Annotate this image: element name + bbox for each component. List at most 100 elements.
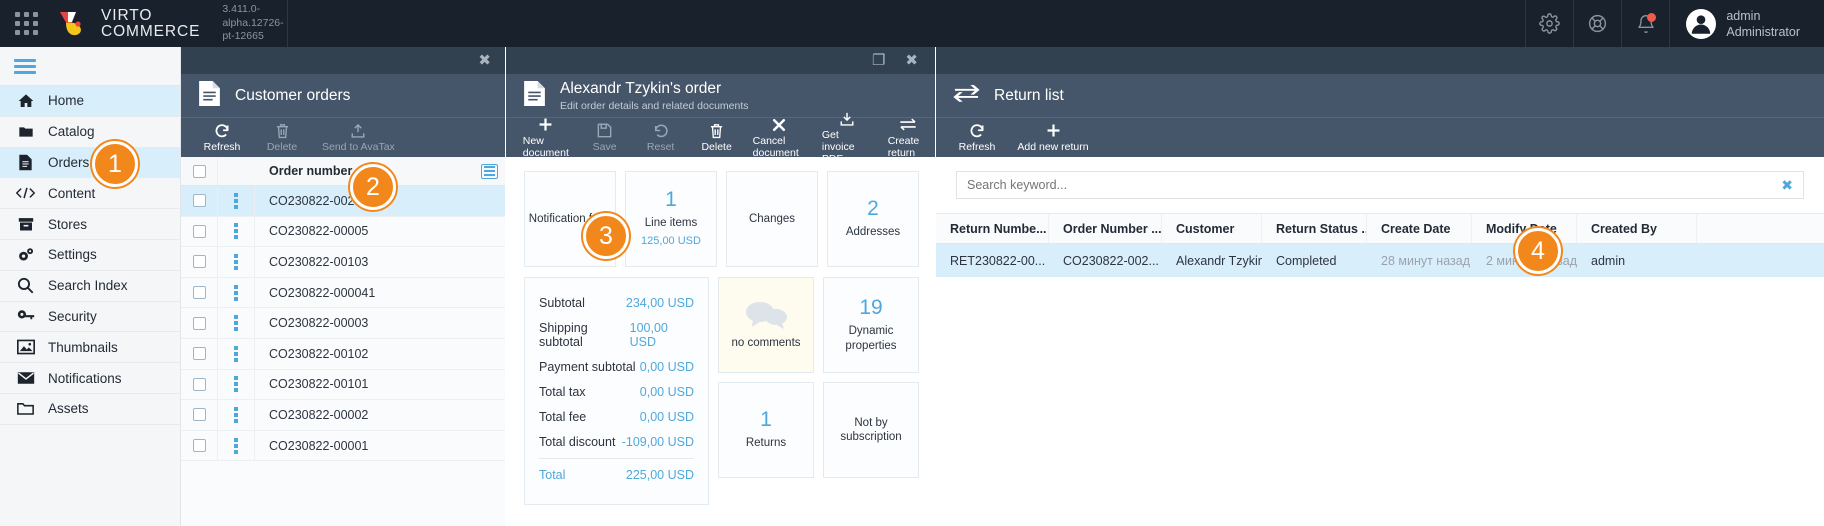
order-widget[interactable]: Changes [726, 171, 818, 267]
search-input[interactable] [967, 178, 1774, 192]
order-widget[interactable]: no comments [718, 277, 814, 373]
cell-order-number: CO230822-00001 [269, 438, 369, 453]
grid-settings-button[interactable] [473, 163, 505, 179]
refresh-button[interactable]: Refresh [950, 122, 1004, 153]
row-kebab-menu[interactable] [218, 216, 255, 247]
new-document-button[interactable]: New document [516, 116, 576, 159]
orders-column-menu[interactable] [218, 157, 255, 185]
total-label: Payment subtotal [539, 359, 636, 374]
column-header[interactable]: Create Date [1367, 214, 1472, 243]
sidebar-item-thumbnails[interactable]: Thumbnails [0, 332, 180, 364]
total-row: Payment subtotal 0,00 USD [539, 354, 694, 379]
order-widget[interactable]: Not by subscription [823, 382, 919, 478]
widget-label: Addresses [845, 226, 901, 239]
order-widget[interactable]: 1 Returns [718, 382, 814, 478]
document-icon [198, 80, 221, 112]
brand-logo[interactable]: VIRTO COMMERCE [52, 0, 200, 47]
total-label: Total [539, 468, 566, 482]
order-widget[interactable]: 19 Dynamic properties [823, 277, 919, 373]
row-checkbox[interactable] [181, 247, 218, 277]
cancel-document-button[interactable]: Cancel document [746, 116, 813, 159]
total-label: Shipping subtotal [539, 320, 588, 349]
sidebar-item-notifications[interactable]: Notifications [0, 363, 180, 394]
row-checkbox[interactable] [181, 186, 218, 216]
delete-button[interactable]: Delete [255, 122, 309, 153]
save-button[interactable]: Save [578, 122, 632, 153]
toolbar-label: Save [592, 141, 617, 153]
add-new-return-button[interactable]: Add new return [1010, 122, 1096, 153]
search-box[interactable]: ✖ [956, 171, 1804, 199]
create-return-button[interactable]: Create return [881, 116, 935, 159]
column-header[interactable]: Created By [1577, 214, 1697, 243]
send-to-avatax-button[interactable]: Send to AvaTax [315, 122, 402, 153]
close-icon[interactable]: ✖ [474, 53, 495, 68]
row-kebab-menu[interactable] [218, 308, 255, 338]
sidebar-item-content[interactable]: Content [0, 178, 180, 210]
row-checkbox[interactable] [181, 400, 218, 430]
sidebar-item-search-index[interactable]: Search Index [0, 271, 180, 302]
gear-icon[interactable] [1525, 0, 1573, 47]
row-kebab-menu[interactable] [218, 369, 255, 400]
column-header[interactable]: Customer [1162, 214, 1262, 243]
total-row: Shipping subtotal 100,00 USD [539, 315, 694, 354]
row-checkbox[interactable] [181, 430, 218, 461]
column-header[interactable]: Return Status ... [1262, 214, 1367, 243]
brand-line-1: VIRTO [101, 6, 153, 24]
lifebuoy-icon[interactable] [1573, 0, 1621, 47]
row-kebab-menu[interactable] [218, 430, 255, 461]
table-row[interactable]: CO230822-00005 [181, 216, 505, 248]
callout-badge-2: 2 [350, 164, 396, 210]
column-header[interactable]: Order Number ... [1049, 214, 1162, 243]
get-invoice-pdf-button[interactable]: Get invoice PDF [815, 110, 879, 165]
bell-icon[interactable] [1621, 0, 1669, 47]
row-checkbox[interactable] [181, 338, 218, 369]
x-icon [771, 116, 787, 133]
row-checkbox[interactable] [181, 277, 218, 308]
table-row[interactable]: CO230822-00102 [181, 338, 505, 370]
refresh-button[interactable]: Refresh [195, 122, 249, 153]
close-icon[interactable]: ✖ [901, 53, 922, 68]
user-menu[interactable]: admin Administrator [1669, 0, 1824, 47]
table-row[interactable]: RET230822-00... CO230822-002... Alexandr T… [936, 244, 1824, 277]
table-row[interactable]: CO230822-00001 [181, 430, 505, 462]
sidebar-item-catalog[interactable]: Catalog [0, 117, 180, 148]
row-kebab-menu[interactable] [218, 247, 255, 277]
table-row[interactable]: CO230822-00003 [181, 308, 505, 339]
row-checkbox[interactable] [181, 308, 218, 338]
order-widget[interactable]: 1 Line items 125,00 USD [625, 171, 717, 267]
column-header[interactable]: Return Numbe... [936, 214, 1049, 243]
return-blade-strip [936, 47, 1824, 74]
sidebar-item-settings[interactable]: Settings [0, 240, 180, 271]
row-checkbox[interactable] [181, 369, 218, 400]
row-kebab-menu[interactable] [218, 186, 255, 216]
toolbar-label: Refresh [203, 141, 241, 153]
maximize-icon[interactable]: ❐ [868, 53, 889, 68]
row-kebab-menu[interactable] [218, 277, 255, 308]
toolbar-label: Get invoice PDF [821, 129, 855, 165]
reset-button[interactable]: Reset [634, 122, 688, 153]
sidebar-item-home[interactable]: Home [0, 86, 180, 117]
table-row[interactable]: CO230822-000041 [181, 277, 505, 309]
clear-search-icon[interactable]: ✖ [1773, 177, 1793, 194]
cell-order-number: CO230822-00103 [269, 254, 369, 269]
table-row[interactable]: CO230822-00101 [181, 369, 505, 401]
select-all-checkbox[interactable] [181, 157, 218, 185]
sidebar-item-orders[interactable]: Orders [0, 147, 180, 179]
order-widget[interactable]: 2 Addresses [827, 171, 919, 267]
apps-grid-icon[interactable] [0, 0, 52, 47]
top-bar: VIRTO COMMERCE 3.411.0-alpha.12726-pt-12… [0, 0, 1824, 47]
delete-button[interactable]: Delete [690, 122, 744, 153]
table-row[interactable]: CO230822-00002 [181, 400, 505, 431]
sidebar-item-security[interactable]: Security [0, 302, 180, 333]
plus-icon [537, 116, 554, 133]
sidebar-toggle[interactable] [0, 47, 180, 86]
row-kebab-menu[interactable] [218, 338, 255, 369]
gears-icon [15, 246, 36, 263]
sidebar-item-assets[interactable]: Assets [0, 394, 180, 425]
sidebar-item-stores[interactable]: Stores [0, 209, 180, 240]
table-row[interactable]: CO230822-00103 [181, 247, 505, 278]
table-row[interactable]: CO230822-00201 [181, 186, 505, 217]
row-kebab-menu[interactable] [218, 400, 255, 430]
upload-icon [350, 122, 366, 139]
row-checkbox[interactable] [181, 216, 218, 247]
